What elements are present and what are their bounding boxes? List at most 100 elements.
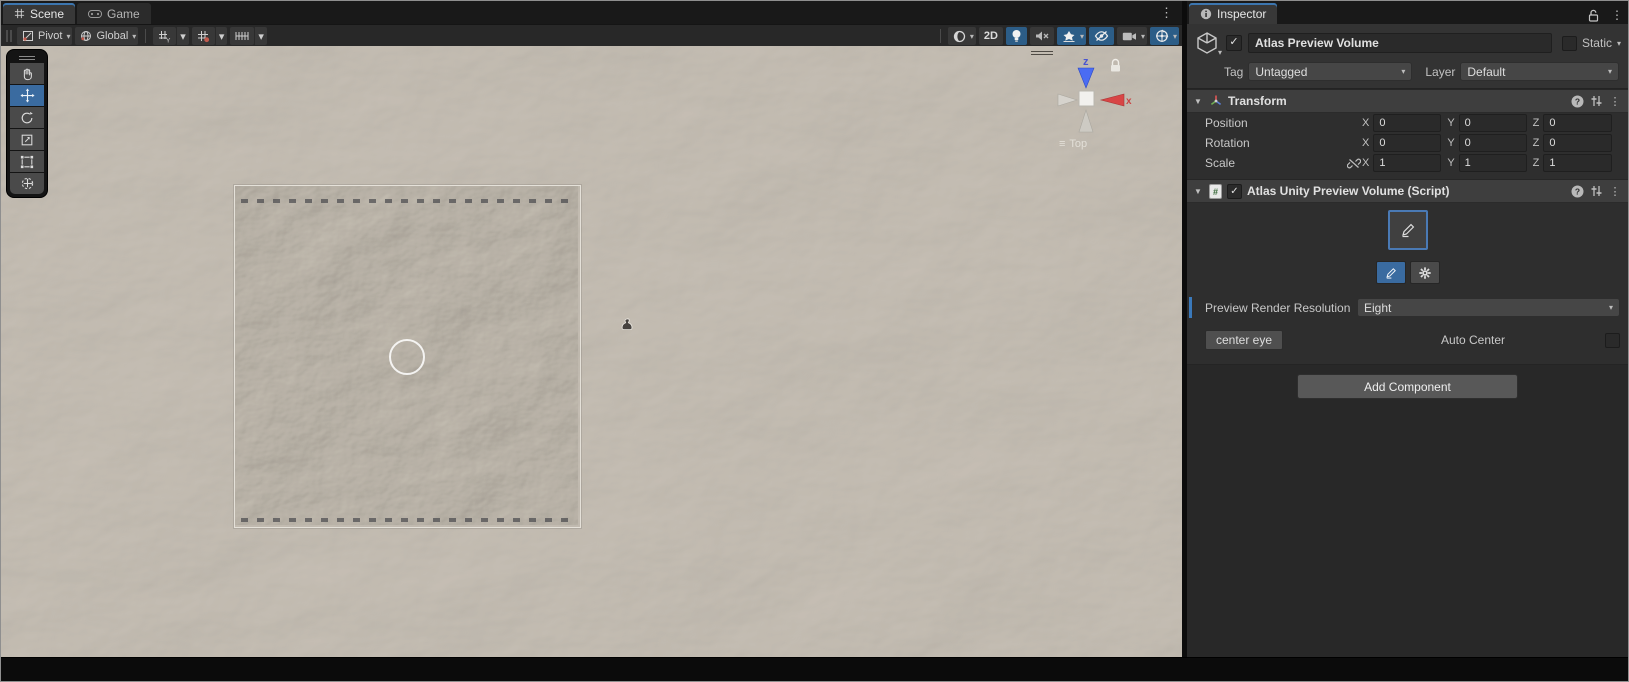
edit-mode-button-large[interactable] [1387, 210, 1428, 250]
gizmo-center-cube[interactable] [1078, 90, 1095, 107]
move-tool-button[interactable] [10, 85, 44, 106]
view-lock-icon[interactable] [1109, 58, 1122, 73]
grid-snap-dropdown[interactable]: ▾ [214, 27, 228, 45]
static-dropdown-icon[interactable]: ▾ [1617, 39, 1621, 48]
help-icon[interactable]: ? [1569, 95, 1585, 108]
rotation-label: Rotation [1205, 136, 1250, 150]
scale-x-input[interactable] [1373, 154, 1442, 172]
scale-row: Scale X Y Z [1187, 153, 1628, 173]
add-component-button[interactable]: Add Component [1297, 374, 1518, 399]
tab-game[interactable]: Game [77, 3, 151, 24]
gizmos-globe-icon [1155, 29, 1169, 42]
scale-tool-icon [21, 134, 33, 145]
draw-mode-button[interactable]: ▾ [947, 27, 976, 45]
rotation-z-input[interactable] [1543, 134, 1612, 152]
center-eye-button[interactable]: center eye [1205, 330, 1284, 350]
tab-scene[interactable]: Scene [3, 3, 76, 24]
chevron-down-icon: ▾ [258, 30, 264, 43]
settings-mode-button[interactable] [1409, 261, 1440, 284]
grid-axis-icon: Y [159, 30, 171, 43]
script-component-header[interactable]: ▼ # ✓ Atlas Unity Preview Volume (Script… [1187, 179, 1628, 203]
chevron-down-icon: ▾ [1140, 31, 1145, 41]
script-body: Preview Render Resolution Eight ▾ center… [1187, 203, 1628, 353]
preview-render-resolution-dropdown[interactable]: Eight ▾ [1357, 298, 1620, 317]
constrain-proportions-icon[interactable] [1346, 158, 1361, 169]
transform-tool-button[interactable] [10, 173, 44, 194]
tag-label: Tag [1224, 64, 1244, 79]
tab-inspector[interactable]: Inspector [1189, 3, 1278, 24]
transform-header-controls: ? ⋮ [1569, 95, 1623, 108]
audio-mute-button[interactable] [1029, 27, 1054, 45]
gameobject-active-checkbox[interactable]: ✓ [1226, 35, 1242, 51]
layer-dropdown[interactable]: Default ▾ [1460, 62, 1619, 81]
auto-center-label: Auto Center [1440, 333, 1505, 347]
unity-editor-window: Scene Game ⋮ Pivot ▾ Global ▾ Y ▾ ▾ ▾ ▾ … [0, 0, 1629, 682]
gizmo-z-cone[interactable] [1077, 67, 1095, 89]
main-area: Scene Game ⋮ Pivot ▾ Global ▾ Y ▾ ▾ ▾ ▾ … [1, 1, 1628, 657]
preview-render-resolution-row: Preview Render Resolution Eight ▾ [1187, 297, 1628, 318]
foldout-icon[interactable]: ▼ [1192, 187, 1204, 196]
presets-icon[interactable] [1588, 185, 1604, 197]
gizmo-side-cone[interactable] [1057, 93, 1078, 107]
scene-tab-menu-icon[interactable]: ⋮ [1151, 5, 1182, 24]
transform-header[interactable]: ▼ Transform ? ⋮ [1187, 89, 1628, 113]
gizmo-x-cone[interactable] [1099, 93, 1125, 107]
tag-dropdown[interactable]: Untagged ▾ [1248, 62, 1413, 81]
hand-tool-button[interactable] [10, 63, 44, 84]
pivot-button[interactable]: Pivot ▾ [17, 27, 73, 45]
rotation-y-input[interactable] [1458, 134, 1527, 152]
gizmos-button[interactable]: ▾ [1149, 27, 1179, 45]
position-x-input[interactable] [1373, 114, 1442, 132]
scale-tool-button[interactable] [10, 129, 44, 150]
tools-overlay-handle[interactable] [10, 53, 44, 62]
axis-y-label: Y [1447, 117, 1455, 129]
view-orientation-label[interactable]: ≡ Top [1059, 138, 1087, 150]
script-file-icon: # [1209, 183, 1222, 199]
eye-slash-icon [1094, 31, 1109, 41]
script-menu-icon[interactable]: ⋮ [1607, 185, 1623, 198]
script-header-controls: ? ⋮ [1569, 185, 1623, 198]
scene-toolbar: Pivot ▾ Global ▾ Y ▾ ▾ ▾ ▾ 2D ▾ ▾ ▾ [1, 24, 1182, 48]
unlock-icon[interactable] [1583, 9, 1604, 22]
svg-text:?: ? [1574, 186, 1579, 196]
help-icon[interactable]: ? [1569, 185, 1585, 198]
rotation-x-input[interactable] [1373, 134, 1442, 152]
paint-mode-button[interactable] [1375, 261, 1406, 284]
gameobject-cube-icon[interactable]: ▾ [1194, 30, 1222, 57]
2d-mode-button[interactable]: 2D [978, 27, 1003, 45]
script-enabled-checkbox[interactable]: ✓ [1227, 183, 1242, 199]
scene-visibility-button[interactable] [1088, 27, 1114, 45]
grid-visibility-dropdown[interactable]: ▾ [176, 27, 189, 45]
transform-menu-icon[interactable]: ⋮ [1607, 95, 1623, 108]
scene-viewport[interactable]: z x ≡ Top [1, 46, 1182, 657]
scene-tabbar: Scene Game ⋮ [1, 1, 1182, 24]
position-y-input[interactable] [1458, 114, 1527, 132]
rotate-tool-button[interactable] [10, 107, 44, 128]
terrain-heightmap [1, 46, 1182, 657]
grid-snap-button[interactable] [191, 27, 215, 45]
camera-settings-button[interactable]: ▾ [1116, 27, 1147, 45]
scale-y-input[interactable] [1458, 154, 1527, 172]
toolbar-grip[interactable] [6, 30, 12, 42]
effects-button[interactable]: ▾ [1056, 27, 1086, 45]
scene-lighting-button[interactable] [1005, 27, 1027, 45]
position-z-input[interactable] [1543, 114, 1612, 132]
snap-increment-dropdown[interactable]: ▾ [254, 27, 267, 45]
snap-increment-button[interactable] [230, 27, 255, 45]
heightmap-artifact-strip [241, 518, 574, 522]
rect-tool-button[interactable] [10, 151, 44, 172]
gizmo-bottom-cone[interactable] [1078, 109, 1094, 133]
presets-icon[interactable] [1588, 95, 1604, 107]
center-eye-row: center eye Auto Center [1187, 329, 1628, 351]
auto-center-checkbox[interactable] [1605, 332, 1620, 348]
grid-visibility-button[interactable]: Y [153, 27, 177, 45]
global-button[interactable]: Global ▾ [75, 27, 139, 45]
scene-grid-icon [14, 8, 25, 19]
position-label: Position [1205, 116, 1248, 130]
foldout-icon[interactable]: ▼ [1192, 97, 1204, 106]
pencil-icon [1385, 267, 1396, 279]
scale-z-input[interactable] [1543, 154, 1612, 172]
static-checkbox[interactable] [1561, 35, 1577, 51]
gameobject-name-input[interactable] [1248, 33, 1552, 53]
inspector-menu-icon[interactable]: ⋮ [1606, 8, 1628, 22]
